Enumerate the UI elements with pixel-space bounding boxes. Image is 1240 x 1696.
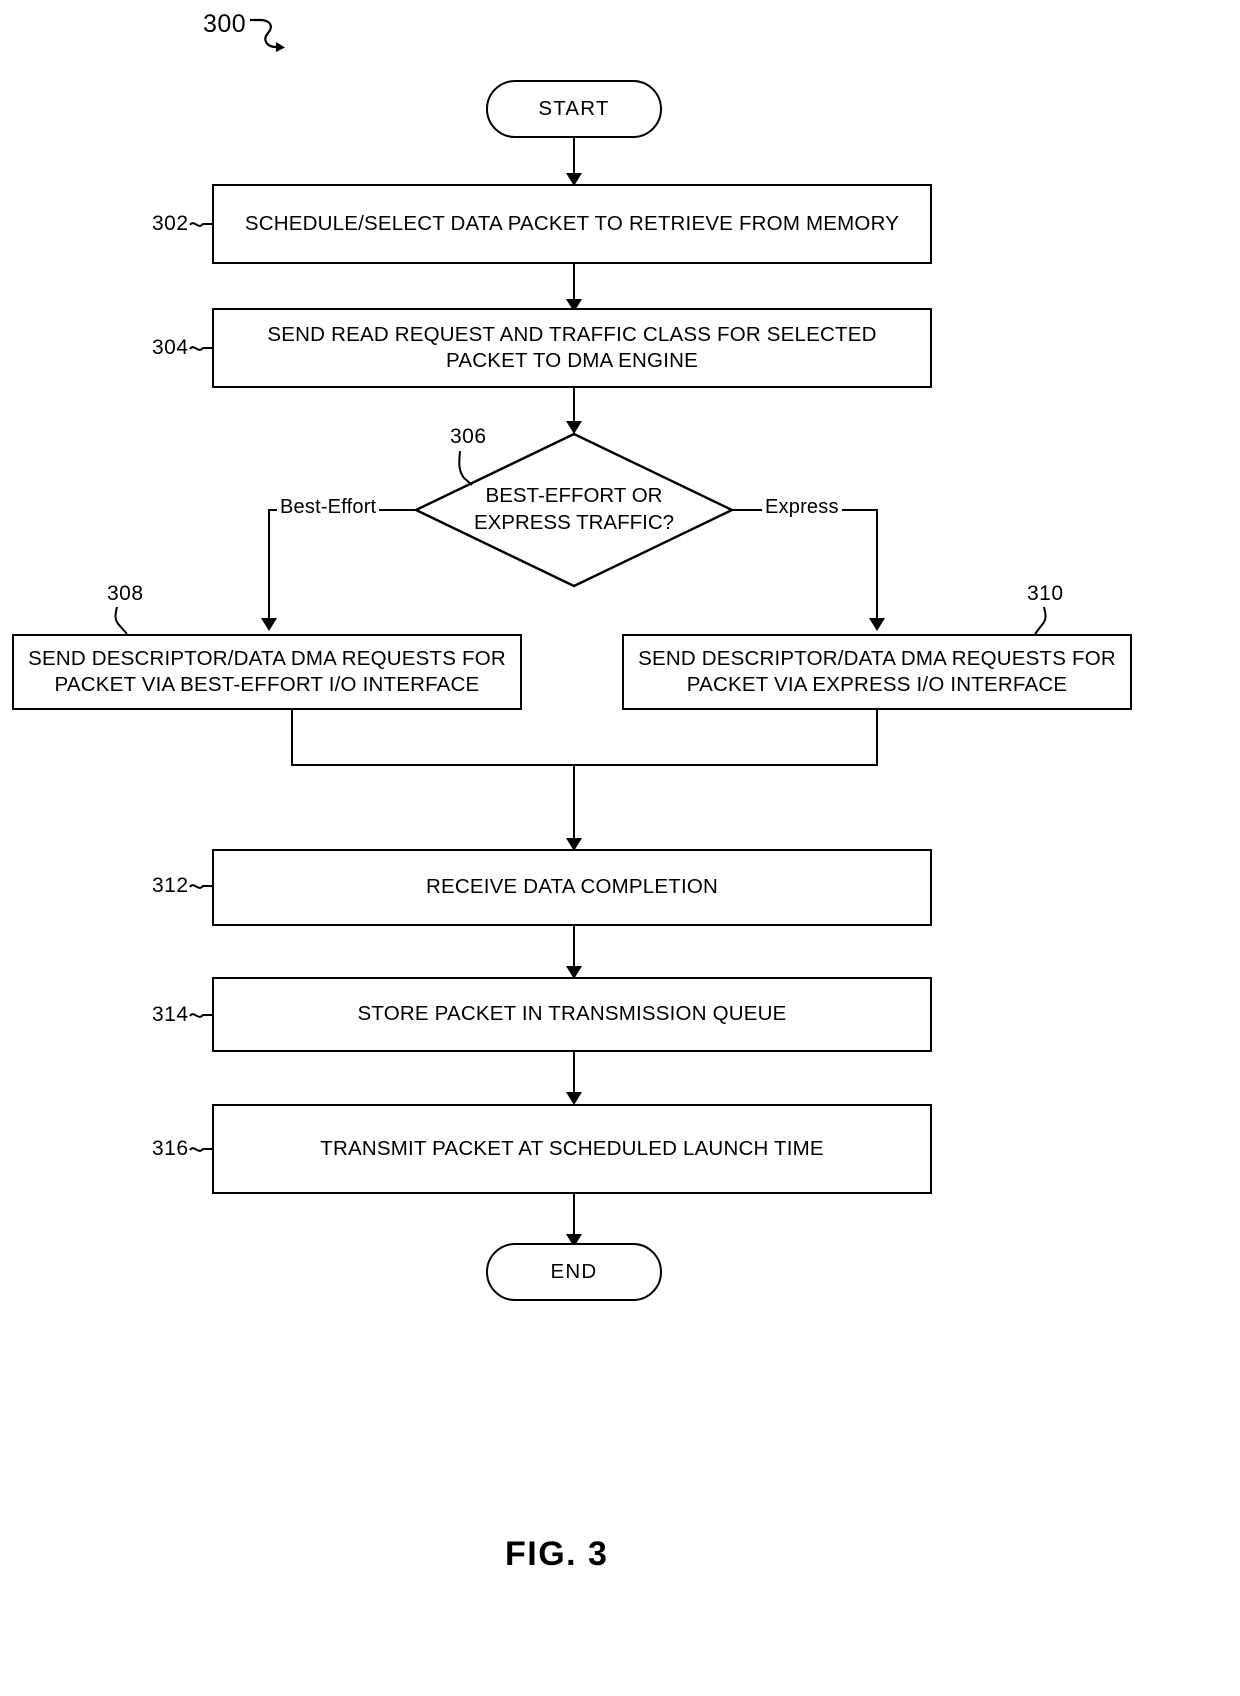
edge-306-left-vertical [268, 509, 270, 622]
edge-start-to-302 [573, 138, 575, 178]
edge-308-down [291, 710, 293, 766]
process-308-line2: PACKET VIA BEST-EFFORT I/O INTERFACE [54, 673, 480, 696]
reference-316: 316 [152, 1137, 189, 1160]
process-316[interactable]: TRANSMIT PACKET AT SCHEDULED LAUNCH TIME [212, 1104, 932, 1194]
process-308-line1: SEND DESCRIPTOR/DATA DMA REQUESTS FOR [28, 646, 506, 670]
edge-306-right-vertical [876, 509, 878, 622]
reference-312: 312 [152, 874, 189, 897]
start-label: START [538, 96, 610, 120]
arrowhead-306-to-308 [261, 618, 277, 631]
reference-312-leader-icon [189, 884, 213, 889]
end-label: END [550, 1259, 598, 1283]
process-304[interactable]: SEND READ REQUEST AND TRAFFIC CLASS FOR … [212, 308, 932, 388]
reference-302: 302 [152, 212, 189, 235]
edge-302-to-304 [573, 264, 575, 304]
process-312-label: RECEIVE DATA COMPLETION [425, 875, 719, 899]
process-314[interactable]: STORE PACKET IN TRANSMISSION QUEUE [212, 977, 932, 1052]
process-308[interactable]: SEND DESCRIPTOR/DATA DMA REQUESTS FOR PA… [12, 634, 522, 710]
process-302[interactable]: SCHEDULE/SELECT DATA PACKET TO RETRIEVE … [212, 184, 932, 264]
figure-caption: FIG. 3 [505, 1535, 609, 1573]
process-310[interactable]: SEND DESCRIPTOR/DATA DMA REQUESTS FOR PA… [622, 634, 1132, 710]
reference-304-leader-icon [189, 346, 213, 351]
figure-reference-300: 300 [203, 10, 247, 38]
edge-314-to-316 [573, 1052, 575, 1096]
reference-308-leader-icon [114, 606, 128, 635]
reference-306-leader-icon [458, 450, 473, 486]
arrowhead-306-to-310 [869, 618, 885, 631]
process-302-label: SCHEDULE/SELECT DATA PACKET TO RETRIEVE … [244, 211, 900, 235]
figure-canvas: 300 START SCHEDULE/SELECT DATA PACKET TO… [0, 0, 1240, 1696]
process-314-label: STORE PACKET IN TRANSMISSION QUEUE [357, 1002, 787, 1026]
edge-merge-horizontal [291, 764, 878, 766]
edge-316-to-end [573, 1194, 575, 1238]
reference-310-leader-icon [1034, 606, 1047, 635]
process-304-line2: PACKET TO DMA ENGINE [446, 349, 698, 372]
process-312[interactable]: RECEIVE DATA COMPLETION [212, 849, 932, 926]
start-terminal[interactable]: START [486, 80, 662, 138]
end-terminal[interactable]: END [486, 1243, 662, 1301]
process-304-line1: SEND READ REQUEST AND TRAFFIC CLASS FOR … [267, 322, 877, 346]
reference-306: 306 [450, 425, 487, 448]
branch-label-express: Express [762, 496, 842, 519]
process-316-label: TRANSMIT PACKET AT SCHEDULED LAUNCH TIME [320, 1136, 824, 1160]
reference-314-leader-icon [189, 1013, 213, 1018]
edge-312-to-314 [573, 926, 575, 970]
branch-label-best-effort: Best-Effort [277, 496, 380, 519]
process-310-line1: SEND DESCRIPTOR/DATA DMA REQUESTS FOR [638, 646, 1116, 670]
reference-314: 314 [152, 1003, 189, 1026]
reference-308: 308 [107, 582, 144, 605]
edge-merge-to-312 [573, 764, 575, 842]
edge-310-down [876, 710, 878, 766]
figure-300-leader-icon [250, 18, 285, 52]
reference-310: 310 [1027, 582, 1064, 605]
reference-304: 304 [152, 336, 189, 359]
reference-316-leader-icon [189, 1147, 213, 1152]
process-310-line2: PACKET VIA EXPRESS I/O INTERFACE [686, 673, 1068, 696]
reference-302-leader-icon [189, 222, 213, 227]
